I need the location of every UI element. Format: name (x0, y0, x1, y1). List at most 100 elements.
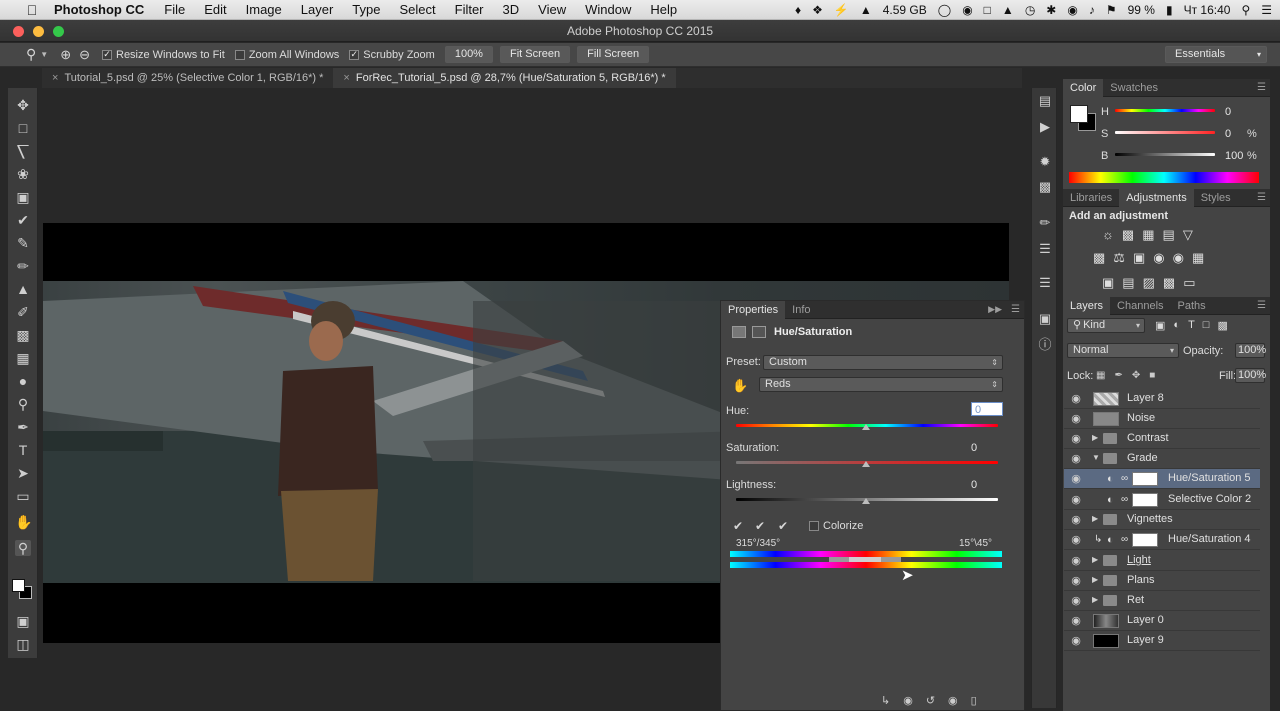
eye-icon[interactable]: ◉ (1070, 595, 1082, 607)
layer-row[interactable]: ◉ Noise (1064, 409, 1260, 429)
menu-type[interactable]: Type (352, 2, 380, 17)
layer-row[interactable]: ◉ Layer 8 (1064, 389, 1260, 409)
menu-filter[interactable]: Filter (455, 2, 484, 17)
tab-channels[interactable]: Channels (1110, 297, 1170, 315)
eye-icon[interactable]: ◉ (1070, 575, 1082, 587)
brightness-slider[interactable] (1115, 153, 1215, 156)
zoom-all-checkbox[interactable]: Zoom All Windows (234, 49, 339, 61)
close-tab-icon[interactable]: × (343, 72, 349, 84)
tab-info[interactable]: Info (785, 301, 817, 319)
saturation-slider-thumb[interactable] (862, 461, 870, 467)
range-selector-core[interactable] (849, 557, 881, 562)
foreground-color-swatch[interactable] (1070, 105, 1088, 123)
panel-menu-icon[interactable]: ☰ (1257, 82, 1266, 93)
battery-readout[interactable]: 99 % (1128, 3, 1155, 17)
layer-mask-thumbnail[interactable] (1132, 493, 1158, 507)
menu-file[interactable]: File (164, 2, 185, 17)
lock-position-icon[interactable]: ✥ (1132, 370, 1140, 381)
properties-panel-icon[interactable]: ▣ (1038, 312, 1052, 326)
flag-icon[interactable]: ⚑ (1106, 3, 1117, 17)
path-select-tool-icon[interactable]: ➤ (15, 465, 31, 481)
exposure-icon[interactable]: ▤ (1163, 227, 1175, 243)
layer-group-row[interactable]: ◉ ▶ Contrast (1064, 429, 1260, 449)
paragraph-icon[interactable]: ☰ (1038, 276, 1052, 290)
mask-icon[interactable] (752, 326, 766, 338)
menu-image[interactable]: Image (246, 2, 282, 17)
zoom-out-icon[interactable]: ⊖ (79, 47, 90, 63)
zoom-100-button[interactable]: 100% (444, 46, 493, 63)
opacity-field[interactable]: 100% (1235, 343, 1266, 358)
b-value[interactable]: 100 (1225, 149, 1243, 163)
menu-app[interactable]: Photoshop CC (54, 2, 144, 17)
lightness-value[interactable]: 0 (971, 478, 977, 492)
posterize-icon[interactable]: ▤ (1122, 275, 1134, 291)
tab-properties[interactable]: Properties (721, 300, 786, 319)
tab-paths[interactable]: Paths (1171, 297, 1213, 315)
tab-styles[interactable]: Styles (1194, 189, 1238, 207)
layer-group-row[interactable]: ◉ ▶ Light (1064, 551, 1260, 571)
filter-type-icon[interactable]: T (1188, 319, 1195, 332)
scrubby-zoom-checkbox[interactable]: ✓ Scrubby Zoom (349, 49, 435, 61)
eye-icon[interactable]: ◉ (1070, 453, 1082, 465)
link-icon[interactable]: ∞ (1121, 473, 1128, 484)
gradient-map-icon[interactable]: ▭ (1183, 275, 1195, 291)
expand-arrow-icon[interactable]: ▶ (1092, 514, 1098, 523)
hue-slider-thumb[interactable] (862, 424, 870, 430)
menu-3d[interactable]: 3D (503, 2, 520, 17)
menu-layer[interactable]: Layer (301, 2, 334, 17)
color-spectrum-bar[interactable] (1069, 172, 1259, 183)
eye-status-icon[interactable]: ◉ (962, 3, 972, 17)
brush-settings-icon[interactable]: ✹ (1038, 155, 1052, 169)
notification-icon[interactable]: ☰ (1261, 3, 1272, 17)
fill-field[interactable]: 100% (1235, 368, 1266, 383)
brightness-icon[interactable]: ☼ (1102, 227, 1114, 243)
airplay-icon[interactable]: ▲ (1002, 3, 1014, 17)
layer-filter-dropdown[interactable]: ⚲ Kind ▾ (1067, 318, 1145, 333)
apple-icon[interactable]:  (22, 2, 42, 18)
eye-icon[interactable]: ◉ (1070, 514, 1082, 526)
color-balance-icon[interactable]: ⚖ (1113, 250, 1125, 266)
channel-dropdown[interactable]: Reds ⇕ (759, 377, 1003, 392)
levels-icon[interactable]: ▩ (1122, 227, 1134, 243)
layer-group-row[interactable]: ◉ ▼ Grade (1064, 449, 1260, 469)
tab-tutorial5[interactable]: × Tutorial_5.psd @ 25% (Selective Color 1… (42, 68, 333, 88)
eye-icon[interactable]: ◉ (1070, 393, 1082, 405)
zoom-window-icon[interactable] (53, 26, 64, 37)
view-previous-icon[interactable]: ◉ (903, 694, 913, 707)
layer-mask-thumbnail[interactable] (1132, 533, 1158, 547)
zoom-tool-icon[interactable]: ⚲ (15, 540, 31, 556)
foreground-color-swatch[interactable] (12, 579, 25, 592)
color-lookup-icon[interactable]: ▦ (1192, 250, 1204, 266)
visibility-icon[interactable]: ◉ (948, 694, 958, 707)
layer-row[interactable]: ◉ ◐ ∞ Selective Color 2 (1064, 490, 1260, 510)
marquee-tool-icon[interactable]: □ (15, 120, 31, 136)
tab-forrec-tutorial5[interactable]: × ForRec_Tutorial_5.psd @ 28,7% (Hue/Satu… (333, 68, 676, 88)
brush-tool-icon[interactable]: ✏ (15, 258, 31, 274)
memory-icon[interactable]: ▲ (860, 3, 872, 17)
tool-presets-icon[interactable]: ✏ (1038, 216, 1052, 230)
bolt-icon[interactable]: ⚡ (834, 3, 849, 17)
collapse-panel-icon[interactable]: ▶▶ (988, 304, 1002, 315)
hue-slider[interactable] (1115, 109, 1215, 112)
shape-tool-icon[interactable]: ▭ (15, 488, 31, 504)
battery-icon[interactable]: ▮ (1166, 3, 1173, 17)
saturation-value[interactable]: 0 (971, 441, 977, 455)
actions-play-icon[interactable]: ▶ (1038, 120, 1052, 134)
lock-paint-icon[interactable]: ✒ (1114, 370, 1122, 381)
spotlight-icon[interactable]: ⚲ (1241, 3, 1250, 17)
quick-mask-icon[interactable]: ▣ (15, 613, 31, 629)
creative-cloud-icon[interactable]: ◯ (938, 3, 951, 17)
tab-adjustments[interactable]: Adjustments (1119, 188, 1194, 207)
zoom-tool-icon[interactable]: ⚲ (26, 46, 36, 63)
vibrance-icon[interactable]: ▽ (1183, 227, 1193, 243)
minimize-window-icon[interactable] (33, 26, 44, 37)
panel-menu-icon[interactable]: ☰ (1257, 192, 1266, 203)
eye-icon[interactable]: ◉ (1070, 555, 1082, 567)
layer-row[interactable]: ◉ ↳ ◐ ∞ Hue/Saturation 4 (1064, 530, 1260, 550)
timemachine-icon[interactable]: ◷ (1025, 3, 1035, 17)
filter-smart-icon[interactable]: ▩ (1217, 319, 1227, 332)
blur-tool-icon[interactable]: ● (15, 373, 31, 389)
tab-layers[interactable]: Layers (1063, 296, 1111, 315)
menu-help[interactable]: Help (650, 2, 677, 17)
invert-icon[interactable]: ▣ (1102, 275, 1114, 291)
